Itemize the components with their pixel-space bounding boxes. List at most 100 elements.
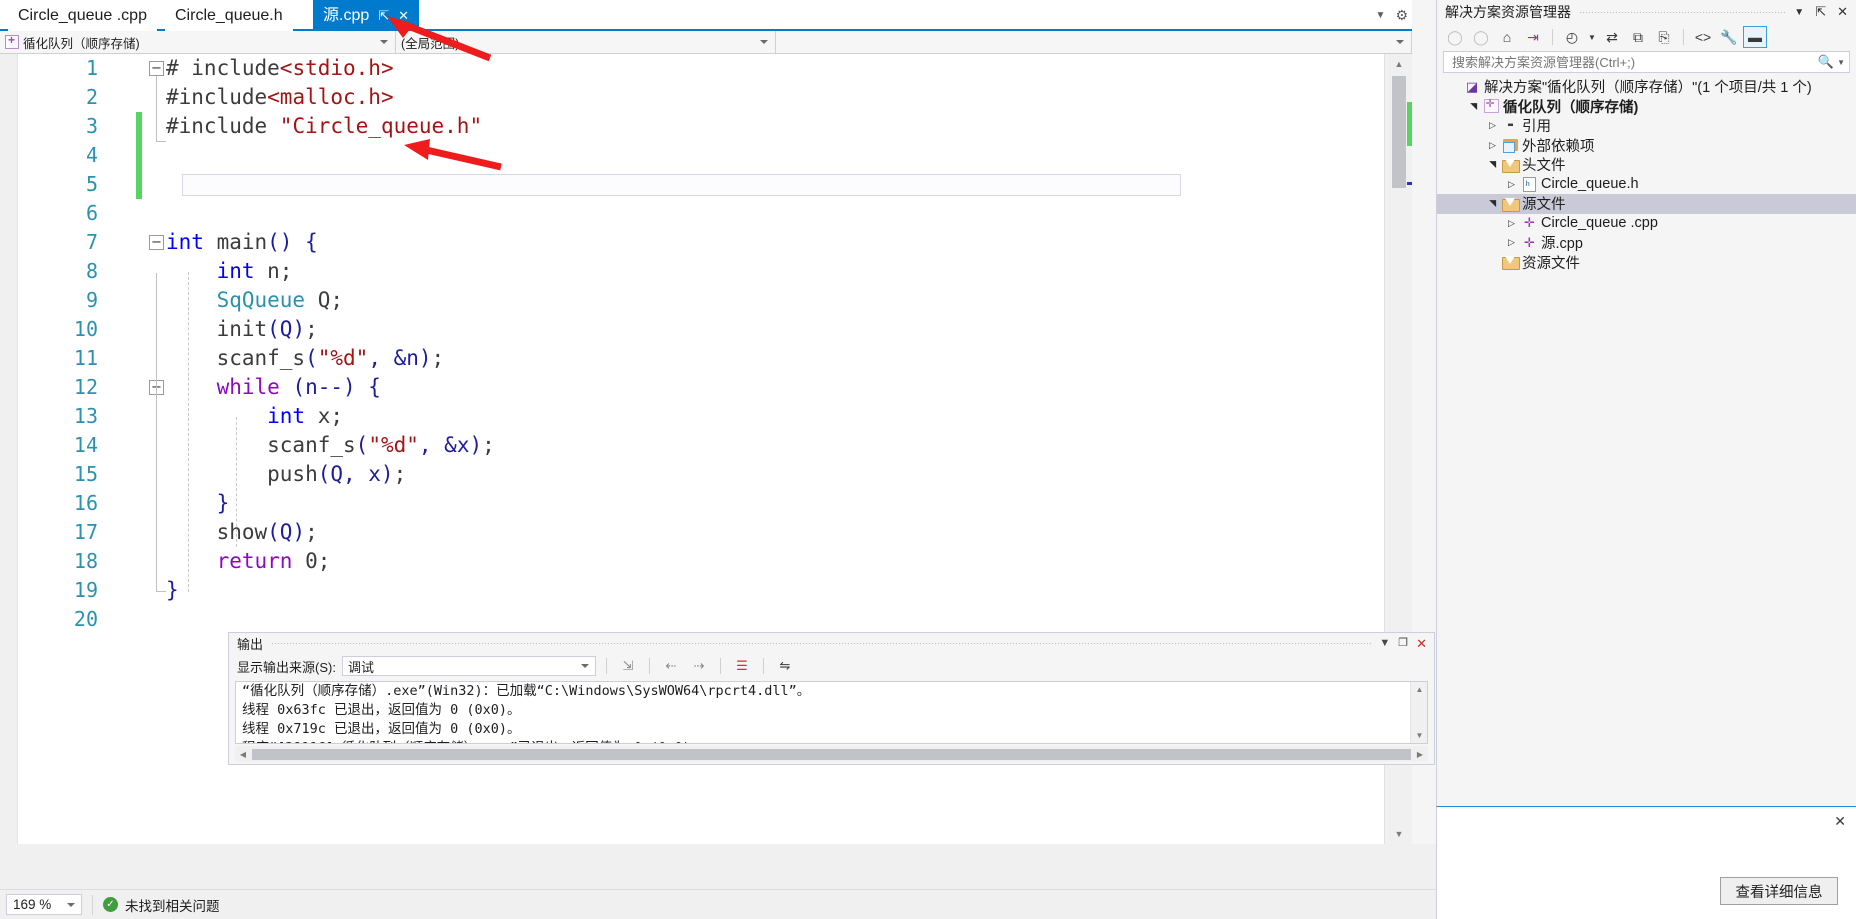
external-dependencies-icon [1500,139,1520,154]
chevron-down-icon[interactable]: ▼ [1837,58,1845,67]
view-code-icon[interactable]: <> [1691,26,1715,48]
scroll-left-icon[interactable]: ◀ [235,746,251,762]
tree-item[interactable]: ◢ 循化队列（顺序存储) [1437,97,1856,117]
navbar-project-scope-dropdown[interactable]: 循化队列（顺序存储) [0,31,396,53]
preview-selected-items-icon[interactable]: ▬ [1743,26,1767,48]
chevron-down-icon[interactable]: ▼ [1586,26,1598,48]
tree-item[interactable]: ▷ ✛ 源.cpp [1437,233,1856,253]
close-icon[interactable]: ✕ [1837,4,1848,20]
go-to-next-message-icon[interactable]: ⇢ [688,656,710,676]
code-line[interactable]: 5 [18,170,1384,199]
chevron-collapsed-icon[interactable]: ▷ [1485,120,1500,131]
code-line[interactable]: 4 [18,141,1384,170]
drag-handle[interactable] [271,641,1372,645]
close-icon[interactable]: ✕ [1416,637,1427,650]
code-line[interactable]: 3 #include "Circle_queue.h" [18,112,1384,141]
close-icon[interactable]: ✕ [398,9,409,22]
collapse-all-icon[interactable]: ⧉ [1626,26,1650,48]
tree-item[interactable]: ▷ ✛ Circle_queue .cpp [1437,214,1856,234]
zoom-level-dropdown[interactable]: 169 % [6,894,82,915]
code-line[interactable]: 14 scanf_s("%d", &x); [18,431,1384,460]
toggle-word-wrap-icon[interactable]: ⇋ [774,656,796,676]
scroll-up-icon[interactable]: ▲ [1385,54,1412,74]
chevron-collapsed-icon[interactable]: ▷ [1504,218,1519,229]
scrollbar-thumb[interactable] [1392,76,1406,188]
sync-with-active-document-icon[interactable]: ⇥ [1521,26,1545,48]
view-details-button[interactable]: 查看详细信息 [1720,877,1838,905]
chevron-collapsed-icon[interactable]: ▷ [1485,140,1500,151]
code-line[interactable]: 13 int x; [18,402,1384,431]
code-line[interactable]: 8 int n; [18,257,1384,286]
tree-item[interactable]: ▷ 外部依赖项 [1437,136,1856,156]
go-to-previous-message-icon[interactable]: ⇠ [660,656,682,676]
code-line[interactable]: 9 SqQueue Q; [18,286,1384,315]
navbar-third-scope-dropdown[interactable] [776,31,1412,53]
scroll-down-icon[interactable]: ▼ [1385,824,1412,844]
home-icon[interactable]: ⌂ [1495,26,1519,48]
chevron-down-icon[interactable]: ▼ [1794,7,1804,18]
minimize-icon[interactable]: ▼ [1379,637,1390,649]
code-line[interactable]: 1 − # include <stdio.h> [18,54,1384,83]
output-pane: 输出 ▼ ❐ ✕ 显示输出来源(S): 调试 ⇲ ⇠ ⇢ ☰ ⇋ “循化队列（顺… [228,632,1435,765]
pin-icon[interactable]: ⇱ [1815,4,1826,20]
pin-icon[interactable]: ⇱ [378,9,389,22]
code-line[interactable]: 7 − int main() { [18,228,1384,257]
scrollbar-thumb[interactable] [252,748,1411,760]
forward-arrow-icon[interactable]: ◯ [1469,26,1493,48]
tree-item[interactable]: ▷ ▪▪ 引用 [1437,116,1856,136]
code-line[interactable]: 2 #include <malloc.h> [18,83,1384,112]
scroll-down-icon[interactable]: ▼ [1411,728,1427,743]
output-vertical-scrollbar[interactable]: ▲ ▼ [1410,682,1427,743]
show-all-files-icon[interactable]: ⎘ [1652,26,1676,48]
tree-item[interactable]: ◢ 头文件 [1437,155,1856,175]
chevron-expanded-icon[interactable]: ◢ [1487,196,1498,211]
chevron-expanded-icon[interactable]: ◢ [1487,157,1498,172]
code-line[interactable]: 16 } [18,489,1384,518]
pending-changes-filter-icon[interactable]: ◴ [1560,26,1584,48]
back-arrow-icon[interactable]: ◯ [1443,26,1467,48]
output-source-dropdown[interactable]: 调试 [341,656,596,676]
code-line[interactable]: 19} [18,576,1384,605]
tab-yuan-cpp[interactable]: 源.cpp ⇱ ✕ [313,0,420,31]
chevron-collapsed-icon[interactable]: ▷ [1504,237,1519,248]
change-marker [1407,102,1412,146]
code-line[interactable]: 11 scanf_s("%d", &n); [18,344,1384,373]
close-icon[interactable]: ✕ [1834,813,1846,830]
code-line[interactable]: 20 [18,605,1384,634]
code-line[interactable]: 17 show (Q); [18,518,1384,547]
code-line[interactable]: 6 [18,199,1384,228]
code-line[interactable]: 10 init (Q); [18,315,1384,344]
output-text-area[interactable]: “循化队列（顺序存储）.exe”(Win32)：已加载“C:\Windows\S… [235,681,1428,744]
tab-circle-queue-h[interactable]: Circle_queue.h [165,0,293,31]
properties-wrench-icon[interactable]: 🔧 [1717,26,1741,48]
fold-collapse-icon[interactable]: − [149,61,164,76]
search-icon[interactable]: 🔍 [1818,54,1834,70]
tree-item[interactable]: ◢ 源文件 [1437,194,1856,214]
code-line[interactable]: 12− while (n--) { [18,373,1384,402]
fold-collapse-icon[interactable]: − [149,235,164,250]
scroll-up-icon[interactable]: ▲ [1411,682,1427,697]
gear-icon[interactable]: ⚙ [1395,7,1408,24]
solution-explorer-search[interactable]: 🔍 ▼ [1443,51,1850,73]
code-line[interactable]: 15 push (Q, x); [18,460,1384,489]
tree-item[interactable]: ▷ Circle_queue.h [1437,175,1856,195]
output-horizontal-scrollbar[interactable]: ◀ ▶ [235,746,1428,762]
solution-explorer-tree[interactable]: ◪ 解决方案"循化队列（顺序存储）"(1 个项目/共 1 个) ◢ 循化队列（顺序存储… [1437,77,1856,806]
chevron-expanded-icon[interactable]: ◢ [1468,99,1479,114]
drag-handle[interactable] [1579,10,1787,14]
code-snippet-placeholder-box[interactable] [182,174,1181,196]
chevron-down-icon[interactable]: ▼ [1376,10,1386,21]
chevron-collapsed-icon[interactable]: ▷ [1504,179,1519,190]
tree-item[interactable]: ◪ 解决方案"循化队列（顺序存储）"(1 个项目/共 1 个) [1437,77,1856,97]
code-line[interactable]: 18 return 0; [18,547,1384,576]
search-input[interactable] [1450,53,1818,71]
maximize-icon[interactable]: ❐ [1398,637,1408,649]
clear-all-icon[interactable]: ☰ [731,656,753,676]
find-message-source-icon[interactable]: ⇲ [617,656,639,676]
scroll-right-icon[interactable]: ▶ [1412,746,1428,762]
tab-circle-queue-cpp[interactable]: Circle_queue .cpp [8,0,157,31]
code-token: #include [166,85,268,109]
refresh-icon[interactable]: ⇄ [1600,26,1624,48]
navbar-member-scope-dropdown[interactable]: (全局范围) [396,31,776,53]
tree-item[interactable]: 资源文件 [1437,253,1856,273]
